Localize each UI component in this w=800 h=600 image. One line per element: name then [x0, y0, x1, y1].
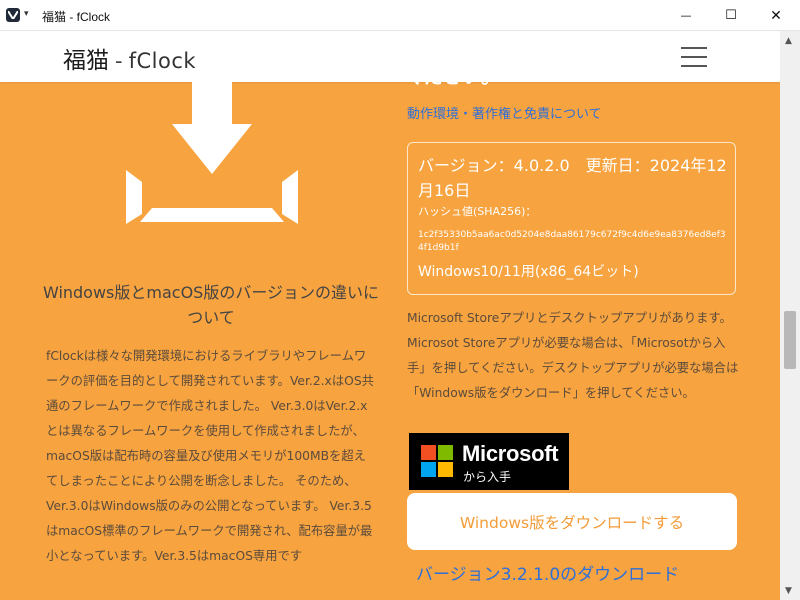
download-windows-button[interactable]: Windows版をダウンロードする — [407, 493, 737, 550]
minimize-button[interactable]: — — [664, 0, 708, 31]
version-difference-heading: Windows版とmacOS版のバージョンの違いについて — [42, 283, 380, 327]
version-date: バージョン：4.0.2.0 更新日：2024年12月16日 — [418, 156, 727, 200]
microsoft-store-badge[interactable]: Microsoft から入手 — [409, 433, 569, 490]
scroll-down-arrow[interactable]: ▼ — [785, 586, 792, 596]
section-heading-cut: ください。 — [405, 73, 501, 87]
site-header: 福猫 - fClock — [0, 31, 780, 82]
version-info-box: バージョン：4.0.2.0 更新日：2024年12月16日 ハッシュ値(SHA2… — [407, 142, 736, 295]
scrollbar-thumb[interactable] — [784, 311, 796, 369]
chevron-down-icon[interactable]: ▾ — [24, 9, 29, 19]
scroll-up-arrow[interactable]: ▲ — [785, 36, 792, 46]
maximize-button[interactable]: ☐ — [709, 0, 753, 31]
vivaldi-icon[interactable] — [6, 8, 20, 22]
ms-badge-name: Microsoft — [462, 441, 559, 466]
site-brand[interactable]: 福猫 - fClock — [63, 41, 196, 75]
old-version-link[interactable]: バージョン3.2.1.0のダウンロード — [416, 560, 679, 585]
brand-app: fClock — [128, 49, 197, 73]
brand-main: 福猫 — [63, 48, 109, 74]
close-button[interactable]: ✕ — [754, 0, 798, 31]
hash-value: 1c2f35330b5aa6ac0d5204e8daa86179c672f9c4… — [418, 230, 726, 253]
terms-link[interactable]: 動作環境・著作権と免責について — [407, 103, 602, 122]
brand-dash: - — [115, 49, 123, 73]
hamburger-menu-icon[interactable] — [681, 47, 707, 67]
microsoft-logo-icon — [421, 445, 453, 477]
platform-info: Windows10/11用(x86_64ビット) — [418, 264, 639, 280]
download-tray-icon — [126, 82, 298, 224]
ms-badge-sub: から入手 — [463, 470, 512, 484]
window-titlebar: ▾ 福猫 - fClock — ☐ ✕ — [0, 0, 800, 31]
store-description: Microsoft Storeアプリとデスクトップアプリがあります。Micros… — [407, 311, 739, 400]
version-difference-text: fClockは様々な開発環境におけるライブラリやフレームワークの評価を目的として… — [46, 349, 374, 563]
hash-label: ハッシュ値(SHA256)： — [418, 205, 537, 218]
window-title: 福猫 - fClock — [42, 10, 111, 24]
